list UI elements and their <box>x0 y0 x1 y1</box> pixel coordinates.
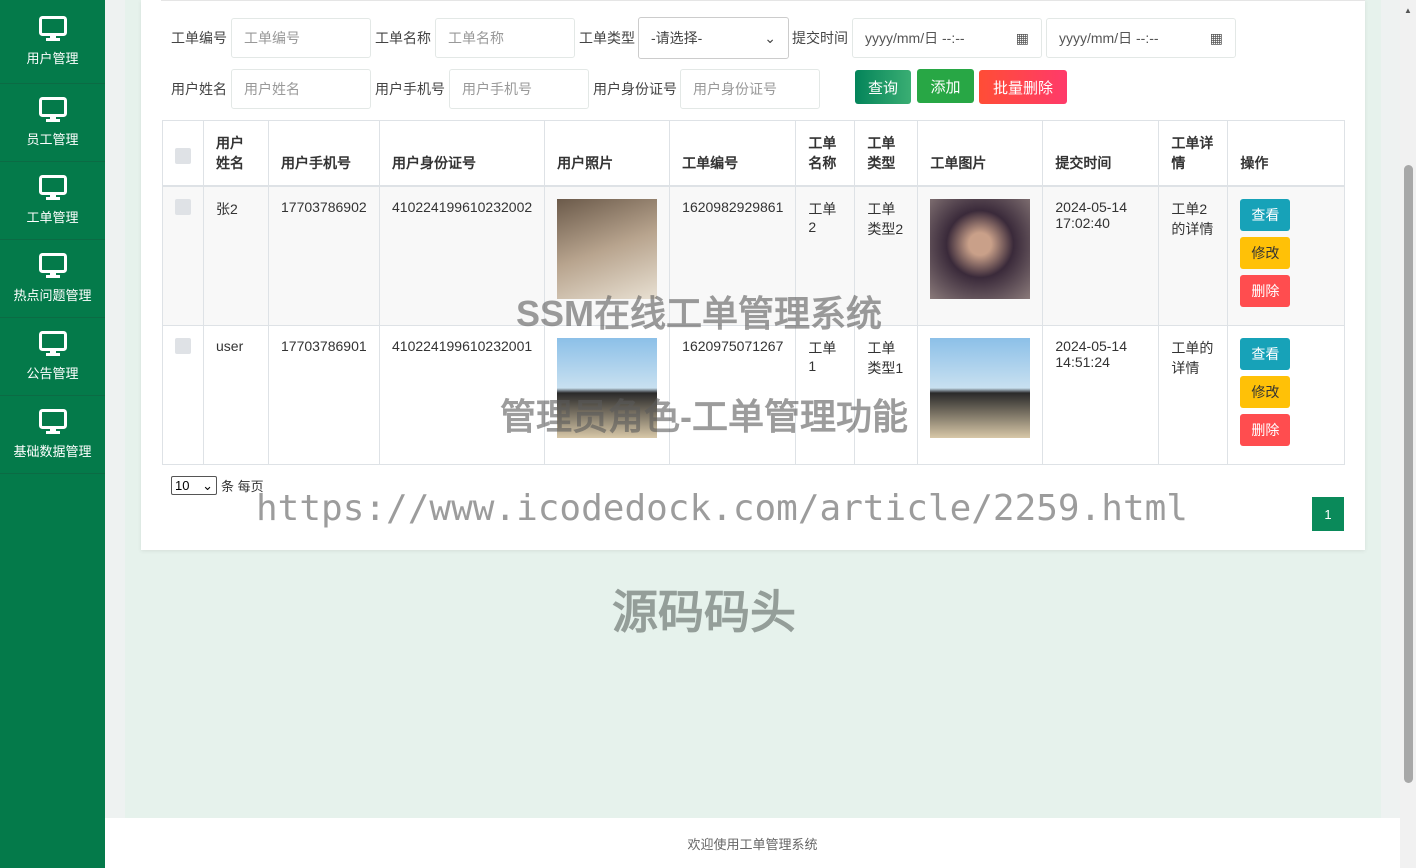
sidebar-item-label: 公告管理 <box>26 366 79 381</box>
row-checkbox[interactable] <box>175 338 191 354</box>
sidebar-item-label: 用户管理 <box>26 51 79 66</box>
order-name-input[interactable]: 工单名称 <box>435 18 575 58</box>
order-image[interactable] <box>930 199 1031 299</box>
header-detail: 工单详情 <box>1158 120 1229 187</box>
sidebar-item-label: 员工管理 <box>26 132 79 147</box>
chevron-down-icon: ⌄ <box>202 477 213 493</box>
chevron-down-icon: ⌄ <box>764 29 776 46</box>
page-size-value: 10 <box>175 478 190 493</box>
header-order-no: 工单编号 <box>669 120 797 187</box>
order-no-label: 工单编号 <box>171 30 227 46</box>
footer: 欢迎使用工单管理系统 <box>105 818 1400 868</box>
cell-detail: 工单2的详情 <box>1158 185 1229 326</box>
monitor-icon <box>38 331 67 356</box>
scrollbar-thumb[interactable] <box>1404 165 1413 783</box>
sidebar-item[interactable]: 用户管理 <box>0 0 105 84</box>
batch-delete-button[interactable]: 批量删除 <box>979 70 1067 104</box>
cell-user-name: user <box>203 325 269 465</box>
sidebar-item[interactable]: 基础数据管理 <box>0 396 105 474</box>
edit-button[interactable]: 修改 <box>1240 376 1291 408</box>
header-user-photo: 用户照片 <box>544 120 671 187</box>
sidebar: 用户管理员工管理工单管理热点问题管理 公告管理基础数据管理 <box>0 0 105 868</box>
sidebar-item-label: 基础数据管理 <box>13 444 92 459</box>
header-actions: 操作 <box>1227 120 1345 187</box>
sidebar-item-label: 热点问题管理 <box>13 288 92 303</box>
edit-button[interactable]: 修改 <box>1240 237 1291 269</box>
order-no-input[interactable]: 工单编号 <box>231 18 371 58</box>
user-id-input[interactable]: 用户身份证号 <box>680 69 820 109</box>
cell-user-phone: 17703786902 <box>268 185 380 326</box>
order-type-label: 工单类型 <box>579 30 635 46</box>
view-button[interactable]: 查看 <box>1240 199 1291 231</box>
query-button[interactable]: 查询 <box>855 70 911 104</box>
header-order-name: 工单名称 <box>795 120 856 187</box>
sidebar-item[interactable]: 热点问题管理 <box>0 240 105 318</box>
user-photo[interactable] <box>557 199 658 299</box>
calendar-icon[interactable]: ▦ <box>1210 30 1223 47</box>
scroll-up-icon[interactable]: ▲ <box>1404 6 1412 15</box>
end-date-input[interactable]: yyyy/mm/日 --:-- ▦ <box>1046 18 1236 58</box>
add-button[interactable]: 添加 <box>917 69 974 103</box>
header-order-type: 工单类型 <box>854 120 919 187</box>
delete-button[interactable]: 删除 <box>1240 414 1291 446</box>
delete-button[interactable]: 删除 <box>1240 275 1291 307</box>
sidebar-item-label: 工单管理 <box>26 210 79 225</box>
scrollbar[interactable]: ▲ <box>1400 0 1416 868</box>
header-user-id: 用户身份证号 <box>378 120 546 187</box>
page-1-button[interactable]: 1 <box>1312 497 1344 531</box>
order-name-label: 工单名称 <box>375 30 431 46</box>
header-order-image: 工单图片 <box>917 120 1044 187</box>
end-date-text: yyyy/mm/日 --:-- <box>1059 30 1159 46</box>
page-size-select[interactable]: 10 ⌄ <box>171 476 217 495</box>
user-name-input[interactable]: 用户姓名 <box>231 69 371 109</box>
select-all-checkbox[interactable] <box>175 148 191 164</box>
monitor-icon <box>38 409 67 434</box>
sidebar-item[interactable]: 工单管理 <box>0 162 105 240</box>
order-type-value: -请选择- <box>651 30 703 46</box>
user-phone-label: 用户手机号 <box>375 81 445 97</box>
row-checkbox[interactable] <box>175 199 191 215</box>
submit-time-label: 提交时间 <box>792 30 848 46</box>
order-type-select[interactable]: -请选择- ⌄ <box>638 17 789 59</box>
header-user-phone: 用户手机号 <box>268 120 380 187</box>
sidebar-item[interactable]: 公告管理 <box>0 318 105 396</box>
watermark-title: SSM在线工单管理系统 <box>516 293 883 334</box>
watermark-url: https://www.icodedock.com/article/2259.h… <box>256 488 1188 529</box>
watermark-brand: 源码码头 <box>612 586 796 638</box>
select-all-header[interactable] <box>162 120 204 187</box>
start-date-text: yyyy/mm/日 --:-- <box>865 30 965 46</box>
monitor-icon <box>38 97 67 122</box>
user-phone-input[interactable]: 用户手机号 <box>449 69 589 109</box>
start-date-input[interactable]: yyyy/mm/日 --:-- ▦ <box>852 18 1042 58</box>
content-card: 工单编号 工单编号 工单名称 工单名称 工单类型 -请选择- ⌄ 提交时间 yyy… <box>141 0 1365 550</box>
monitor-icon <box>38 253 67 278</box>
watermark-subtitle: 管理员角色-工单管理功能 <box>500 396 908 437</box>
cell-submit-time: 2024-05-14 17:02:40 <box>1042 185 1160 326</box>
cell-detail: 工单的详情 <box>1158 325 1229 465</box>
calendar-icon[interactable]: ▦ <box>1016 30 1029 47</box>
monitor-icon <box>38 175 67 200</box>
header-submit-time: 提交时间 <box>1042 120 1160 187</box>
cell-user-phone: 17703786901 <box>268 325 380 465</box>
user-name-label: 用户姓名 <box>171 81 227 97</box>
cell-submit-time: 2024-05-14 14:51:24 <box>1042 325 1160 465</box>
view-button[interactable]: 查看 <box>1240 338 1291 370</box>
order-image[interactable] <box>930 338 1031 438</box>
header-user-name: 用户姓名 <box>203 120 269 187</box>
sidebar-item[interactable]: 员工管理 <box>0 84 105 162</box>
cell-user-name: 张2 <box>203 185 269 326</box>
user-id-label: 用户身份证号 <box>593 81 677 97</box>
monitor-icon <box>38 16 67 41</box>
